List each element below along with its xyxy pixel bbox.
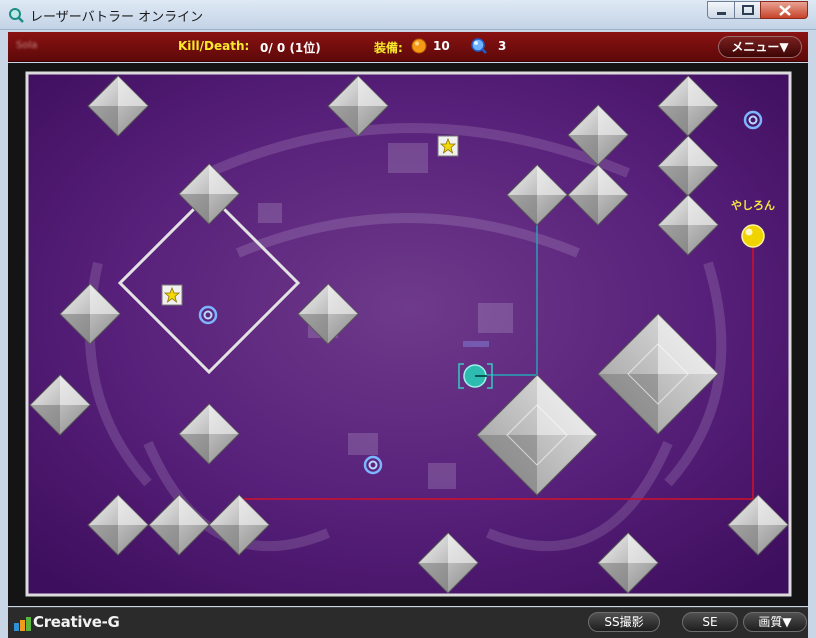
maximize-button[interactable] (734, 1, 761, 19)
menu-button[interactable]: メニュー▼ (718, 36, 802, 58)
window-titlebar: レーザーバトラー オンライン (0, 0, 816, 30)
brand-logo-text: Creative-G (33, 613, 120, 631)
opponent-name: やしろん (731, 199, 775, 212)
screenshot-button[interactable]: SS撮影 (588, 612, 660, 632)
creative-g-logo-icon (14, 617, 31, 631)
quality-dropdown-button[interactable]: 画質▼ (743, 612, 807, 632)
player-name: Sola (16, 40, 38, 51)
lens-count: 3 (498, 39, 507, 53)
hud-bar: Sola Kill/Death: 0/ 0 (1位) 装備: 10 3 メニュー… (8, 32, 808, 62)
kill-death-value: 0/ 0 (1位) (260, 41, 321, 55)
kill-death-label: Kill/Death: (178, 39, 250, 53)
minimize-icon (717, 12, 726, 15)
footer-bar: Creative-G SS撮影 SE 画質▼ (8, 607, 808, 638)
close-button[interactable] (760, 1, 808, 19)
star-item-icon (437, 135, 459, 157)
board-canvas: やしろん (25, 71, 792, 597)
se-toggle-button[interactable]: SE (682, 612, 738, 632)
minimize-button[interactable] (707, 1, 735, 19)
star-item-icon (161, 284, 183, 306)
equipment-label: 装備: (374, 41, 403, 55)
close-icon (779, 5, 791, 16)
magnifier-icon (9, 8, 24, 23)
window-title: レーザーバトラー オンライン (30, 10, 204, 25)
game-board[interactable]: やしろん (8, 63, 808, 606)
lens-icon (471, 38, 487, 54)
maximize-icon (742, 5, 754, 15)
orb-count: 10 (433, 39, 450, 53)
player-nameplate (463, 341, 489, 347)
orange-orb-icon (411, 38, 427, 54)
